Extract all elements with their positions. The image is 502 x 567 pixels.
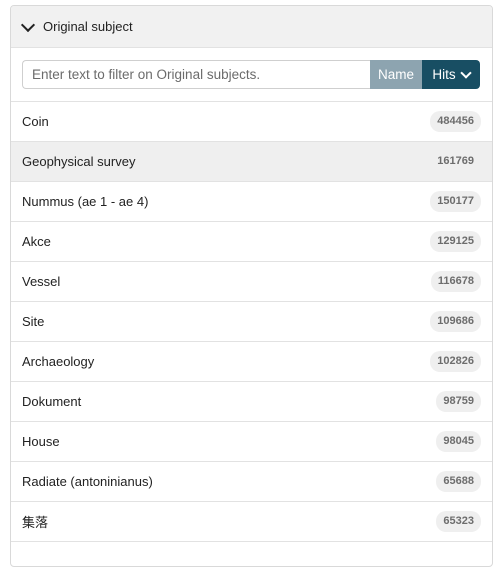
hit-count-badge: 150177 [430,191,481,212]
list-item[interactable]: Site 109686 [11,302,492,342]
hit-count-badge: 65688 [436,471,481,492]
list-item[interactable]: Vessel 116678 [11,262,492,302]
item-label: Site [22,314,45,329]
item-label: Coin [22,114,49,129]
facet-header[interactable]: Original subject [11,6,492,48]
facet-title: Original subject [43,19,133,34]
list-item[interactable]: Archaeology 102826 [11,342,492,382]
item-label: 集落 [22,515,49,530]
item-label: Vessel [22,274,61,289]
hit-count-badge: 116678 [430,271,481,292]
item-label: Nummus (ae 1 - ae 4) [22,194,149,209]
filter-input[interactable] [22,60,370,89]
list-item[interactable]: Nummus (ae 1 - ae 4) 150177 [11,182,492,222]
item-label: Akce [22,234,51,249]
list-item[interactable]: Radiate (antoninianus) 65688 [11,462,492,502]
item-label: Geophysical survey [22,154,136,169]
chevron-down-icon [20,17,36,32]
list-item[interactable]: Geophysical survey 161769 [11,142,492,182]
hit-count-badge: 65323 [436,511,481,532]
list-item[interactable]: Akce 129125 [11,222,492,262]
list-item[interactable]: 集落 65323 [11,502,492,542]
hit-count-badge: 161769 [437,155,474,167]
item-label: House [22,434,60,449]
original-subject-facet: Original subject Name Hits Coin 484456 Geo… [10,5,493,567]
item-label: Radiate (antoninianus) [22,474,153,489]
list-item[interactable]: House 98045 [11,422,492,462]
sort-by-name-label: Name [377,67,414,82]
list-item[interactable]: Coin 484456 [11,102,492,142]
list-item[interactable]: Dokument 98759 [11,382,492,422]
item-label: Archaeology [22,354,95,369]
sort-by-hits-button[interactable]: Hits [422,60,480,89]
hit-count-badge: 484456 [430,111,481,132]
filter-row: Name Hits [11,48,492,101]
hit-count-badge: 102826 [430,351,481,372]
hit-count-badge: 129125 [430,231,481,252]
sort-by-name-button[interactable]: Name [370,60,422,89]
sort-by-hits-label: Hits [432,67,456,82]
hit-count-badge: 98759 [436,391,481,412]
chevron-down-icon [459,66,472,79]
hit-count-badge: 98045 [436,431,481,452]
item-label: Dokument [22,394,82,409]
hit-count-badge: 109686 [430,311,481,332]
facet-list: Coin 484456 Geophysical survey 161769 Nummus… [11,101,492,542]
